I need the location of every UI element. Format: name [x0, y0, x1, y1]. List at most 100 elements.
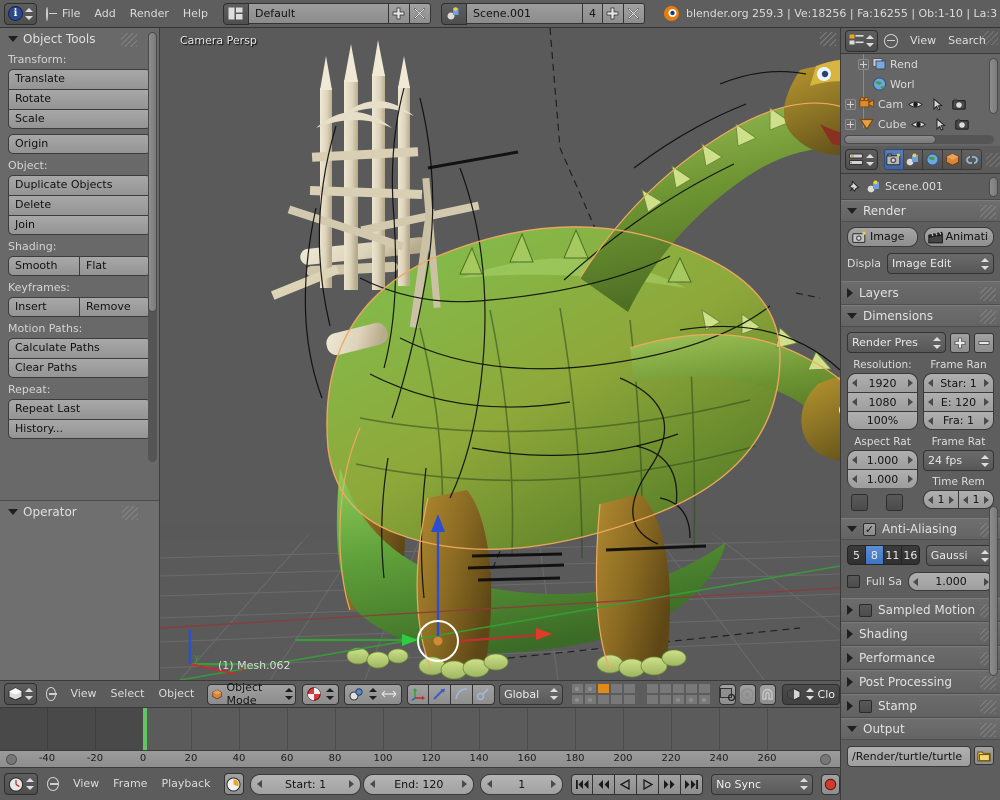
time-remap-old-field[interactable]: 1 — [923, 490, 958, 509]
timeline-editor-type-selector[interactable] — [4, 773, 38, 795]
antialiasing-panel-header[interactable]: ✓ Anti-Aliasing — [841, 518, 1000, 540]
snap-expand-icon[interactable] — [381, 688, 397, 700]
scale-manipulator-icon[interactable] — [451, 684, 473, 705]
stamp-checkbox[interactable] — [859, 700, 872, 713]
outliner-editor-type-selector[interactable] — [845, 30, 878, 52]
pivot-point-dropdown[interactable] — [344, 684, 402, 705]
add-scene-button[interactable] — [603, 3, 624, 24]
aa-sample-8[interactable]: 8 — [865, 545, 883, 565]
output-path-field[interactable]: /Render/turtle/turtle — [847, 746, 971, 767]
object-tools-header[interactable]: Object Tools — [0, 28, 159, 48]
renderability-camera-icon[interactable] — [955, 118, 969, 130]
output-panel-header[interactable]: Output — [841, 718, 1000, 740]
ruler-left-handle[interactable] — [6, 754, 17, 765]
delete-button[interactable]: Delete — [8, 195, 151, 215]
aspect-x-field[interactable]: 1.000 — [847, 450, 918, 469]
arrow-right-icon[interactable] — [984, 417, 989, 425]
sync-mode-dropdown[interactable]: No Sync — [711, 774, 813, 795]
arrow-right-icon[interactable] — [908, 456, 913, 464]
collapse-viewport-menu-icon[interactable] — [46, 687, 56, 701]
outliner-row-cube[interactable]: Cube — [841, 114, 1000, 134]
arrow-right-icon[interactable] — [462, 780, 467, 788]
arrow-left-icon[interactable] — [370, 780, 375, 788]
translate-manipulator-icon[interactable] — [407, 684, 429, 705]
properties-tab-constraints[interactable] — [962, 149, 982, 170]
tool-panel-scrollbar[interactable] — [148, 32, 157, 462]
scene-name-field[interactable]: Scene.001 — [467, 3, 583, 24]
play-reverse-icon[interactable] — [615, 774, 637, 795]
outliner-scroll-thumb[interactable] — [844, 135, 936, 144]
screen-layout-icon[interactable] — [223, 3, 249, 25]
properties-editor-type-selector[interactable] — [845, 149, 878, 170]
border-toggle[interactable] — [851, 494, 868, 511]
aa-filter-dropdown[interactable]: Gaussi — [926, 545, 994, 566]
transform-orientation-dropdown[interactable]: Global — [499, 684, 562, 705]
remove-keyframe-button[interactable]: Remove — [79, 297, 151, 317]
ruler-right-handle[interactable] — [820, 754, 831, 765]
rotate-manipulator-icon[interactable] — [429, 684, 451, 705]
properties-scrollbar-top[interactable] — [989, 177, 998, 197]
viewport-menu-view[interactable]: View — [63, 683, 103, 705]
render-preview-icon[interactable] — [719, 684, 736, 705]
arrow-right-icon[interactable] — [984, 398, 989, 406]
history-button[interactable]: History... — [8, 419, 151, 439]
frame-step-field[interactable]: Fra: 1 — [923, 411, 994, 430]
aspect-y-field[interactable]: 1.000 — [847, 469, 918, 488]
aa-size-field[interactable]: 1.000 — [908, 572, 994, 591]
arrow-right-icon[interactable] — [908, 475, 913, 483]
visibility-eye-icon[interactable] — [908, 99, 923, 110]
timeline-track[interactable] — [0, 708, 840, 750]
arrow-right-icon[interactable] — [908, 379, 913, 387]
join-button[interactable]: Join — [8, 215, 151, 235]
selectable-cursor-icon[interactable] — [933, 98, 943, 111]
timeline-menu-playback[interactable]: Playback — [154, 773, 217, 795]
collapse-timeline-menu-icon[interactable] — [47, 777, 59, 791]
frame-rate-dropdown[interactable]: 24 fps — [923, 450, 994, 471]
expand-icon[interactable] — [845, 99, 856, 110]
frame-start-field[interactable]: Start: 1 — [250, 774, 361, 795]
post-processing-panel-header[interactable]: Post Processing — [841, 670, 1000, 694]
shade-flat-button[interactable]: Flat — [79, 256, 151, 276]
shade-smooth-button[interactable]: Smooth — [8, 256, 79, 276]
menu-file[interactable]: File — [55, 3, 87, 25]
next-keyframe-icon[interactable] — [659, 774, 681, 795]
proportional-edit-icon[interactable] — [740, 684, 756, 705]
time-remap-new-field[interactable]: 1 — [958, 490, 994, 509]
operator-panel-header[interactable]: Operator — [0, 501, 160, 521]
display-mode-dropdown[interactable]: Image Edit — [887, 253, 994, 274]
aa-sample-11[interactable]: 11 — [883, 545, 901, 565]
viewport-editor-type-selector[interactable] — [4, 683, 37, 705]
arrow-right-icon[interactable] — [949, 496, 954, 504]
viewport-menu-select[interactable]: Select — [104, 683, 152, 705]
delete-scene-button[interactable] — [624, 3, 645, 24]
record-keyframe-icon[interactable] — [821, 774, 840, 795]
calculate-paths-button[interactable]: Calculate Paths — [8, 338, 151, 358]
pin-icon[interactable] — [847, 179, 862, 194]
arrow-right-icon[interactable] — [349, 780, 354, 788]
render-panel-header[interactable]: Render — [841, 200, 1000, 222]
properties-scrollbar[interactable] — [989, 506, 998, 676]
arrow-right-icon[interactable] — [984, 379, 989, 387]
expand-icon[interactable] — [845, 119, 856, 130]
timeline-ruler[interactable]: -40 -20 0 20 40 60 80 100 120 140 160 18… — [0, 750, 840, 768]
scene-users-count[interactable]: 4 — [583, 3, 603, 24]
editor-type-selector[interactable]: i — [4, 3, 37, 25]
folder-icon[interactable] — [974, 746, 994, 765]
properties-tab-object[interactable] — [943, 149, 963, 170]
resolution-y-field[interactable]: 1080 — [847, 392, 918, 411]
add-preset-button[interactable] — [950, 333, 970, 353]
repeat-last-button[interactable]: Repeat Last — [8, 399, 151, 419]
outliner-vertical-scrollbar[interactable] — [989, 58, 998, 114]
scale-button[interactable]: Scale — [8, 109, 151, 129]
translate-button[interactable]: Translate — [8, 69, 151, 89]
menu-render[interactable]: Render — [123, 3, 176, 25]
object-mode-dropdown[interactable]: Object Mode — [207, 684, 296, 705]
timeline-menu-frame[interactable]: Frame — [106, 773, 154, 795]
sampled-motion-panel-header[interactable]: Sampled Motion — [841, 598, 1000, 622]
render-preset-dropdown[interactable]: Render Pres — [847, 332, 946, 353]
stamp-panel-header[interactable]: Stamp — [841, 694, 1000, 718]
timeline-menu-view[interactable]: View — [66, 773, 106, 795]
arrow-right-icon[interactable] — [984, 496, 989, 504]
menu-help[interactable]: Help — [176, 3, 215, 25]
aa-sample-5[interactable]: 5 — [847, 545, 865, 565]
